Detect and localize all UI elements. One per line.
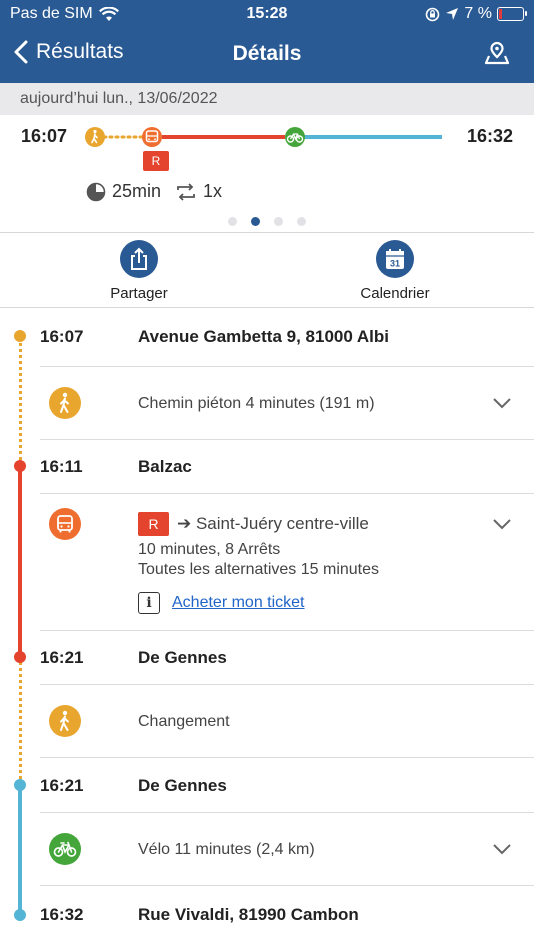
- bus-alternatives: Toutes les alternatives 15 minutes: [138, 561, 380, 578]
- route-badge: R: [138, 512, 169, 536]
- transfer-icon: [177, 182, 195, 201]
- action-bar: Partager 31 Calendrier: [0, 234, 534, 308]
- orientation-lock-icon: [426, 7, 440, 21]
- summary-departure-time: 16:07: [21, 126, 68, 146]
- stop-time: 16:32: [40, 905, 84, 924]
- walk-leg-text: Chemin piéton 4 minutes (191 m): [138, 395, 375, 412]
- transfer-count: 1x: [203, 181, 223, 201]
- stop-name: Rue Vivaldi, 81990 Cambon: [138, 905, 359, 924]
- battery-percent: 7 %: [464, 5, 492, 22]
- stop-time: 16:21: [40, 776, 84, 795]
- bus-leg[interactable]: R ➔ Saint-Juéry centre-ville 10 minutes, …: [40, 493, 534, 631]
- summary-route-badge: R: [143, 151, 169, 171]
- stop-marker: [14, 460, 26, 472]
- summary-timeline: [85, 127, 442, 147]
- share-label: Partager: [110, 285, 168, 302]
- location-arrow-icon: [446, 8, 459, 20]
- stop-name: De Gennes: [138, 776, 227, 795]
- transfer-walk-line: [19, 657, 22, 785]
- calendar-icon: 31: [386, 249, 404, 269]
- page-dot[interactable]: [274, 217, 283, 226]
- share-button[interactable]: Partager: [98, 240, 180, 302]
- bus-icon: [49, 508, 81, 540]
- trip-summary[interactable]: 16:07 R 16:32 25min 1x: [0, 115, 534, 233]
- stop-time: 16:07: [40, 327, 84, 346]
- chevron-down-icon[interactable]: [492, 518, 512, 530]
- bike-icon: [49, 833, 81, 865]
- stop-time: 16:21: [40, 648, 84, 667]
- walk-line: [19, 336, 22, 466]
- walk-icon: [49, 387, 81, 419]
- walk-icon: [49, 705, 81, 737]
- stop-row[interactable]: 16:32 Rue Vivaldi, 81990 Cambon: [40, 905, 534, 929]
- buy-ticket-link[interactable]: Acheter mon ticket: [172, 594, 305, 612]
- transfer-leg[interactable]: Changement: [40, 684, 534, 758]
- map-button[interactable]: [484, 40, 510, 71]
- page-dot[interactable]: [228, 217, 237, 226]
- nav-bar: Résultats Détails: [0, 30, 534, 83]
- bus-destination: ➔ Saint-Juéry centre-ville: [177, 514, 369, 533]
- info-icon: i: [138, 592, 160, 614]
- stop-row[interactable]: 16:07 Avenue Gambetta 9, 81000 Albi: [40, 327, 534, 351]
- bike-icon: [285, 127, 305, 147]
- bike-leg[interactable]: Vélo 11 minutes (2,4 km): [40, 812, 534, 886]
- stop-time: 16:11: [40, 457, 83, 476]
- page-dot[interactable]: [251, 217, 260, 226]
- page-indicator[interactable]: [0, 217, 534, 226]
- stop-marker: [14, 330, 26, 342]
- stop-row[interactable]: 16:11 Balzac: [40, 457, 534, 481]
- bus-line: [18, 466, 22, 657]
- calendar-day: 31: [390, 259, 400, 269]
- bus-duration-stops: 10 minutes, 8 Arrêts: [138, 541, 281, 558]
- map-pin-icon: [484, 41, 510, 65]
- trip-duration: 25min: [112, 181, 162, 201]
- stop-name: De Gennes: [138, 648, 227, 667]
- chevron-down-icon[interactable]: [492, 397, 512, 409]
- walk-icon: [85, 127, 105, 147]
- duration-icon: [86, 182, 106, 201]
- stop-marker: [14, 651, 26, 663]
- bus-icon: [142, 127, 162, 147]
- battery-icon: [497, 7, 527, 21]
- calendar-button[interactable]: 31 Calendrier: [348, 240, 442, 302]
- stop-row[interactable]: 16:21 De Gennes: [40, 776, 534, 800]
- bike-leg-text: Vélo 11 minutes (2,4 km): [138, 841, 315, 858]
- stop-row[interactable]: 16:21 De Gennes: [40, 648, 534, 672]
- chevron-down-icon[interactable]: [492, 843, 512, 855]
- page-title: Détails: [232, 42, 302, 65]
- summary-arrival-time: 16:32: [466, 126, 513, 146]
- transfer-text: Changement: [138, 713, 230, 730]
- walk-leg[interactable]: Chemin piéton 4 minutes (191 m): [40, 366, 534, 440]
- page-dot[interactable]: [297, 217, 306, 226]
- calendar-label: Calendrier: [360, 285, 430, 302]
- stop-name: Avenue Gambetta 9, 81000 Albi: [138, 327, 390, 346]
- status-bar: Pas de SIM 15:28 7 %: [0, 0, 534, 30]
- date-header: aujourd’hui lun., 13/06/2022: [0, 83, 534, 115]
- stop-marker: [14, 909, 26, 921]
- share-icon: [131, 247, 147, 270]
- stop-name: Balzac: [138, 457, 192, 476]
- bike-line: [18, 785, 22, 915]
- stop-marker: [14, 779, 26, 791]
